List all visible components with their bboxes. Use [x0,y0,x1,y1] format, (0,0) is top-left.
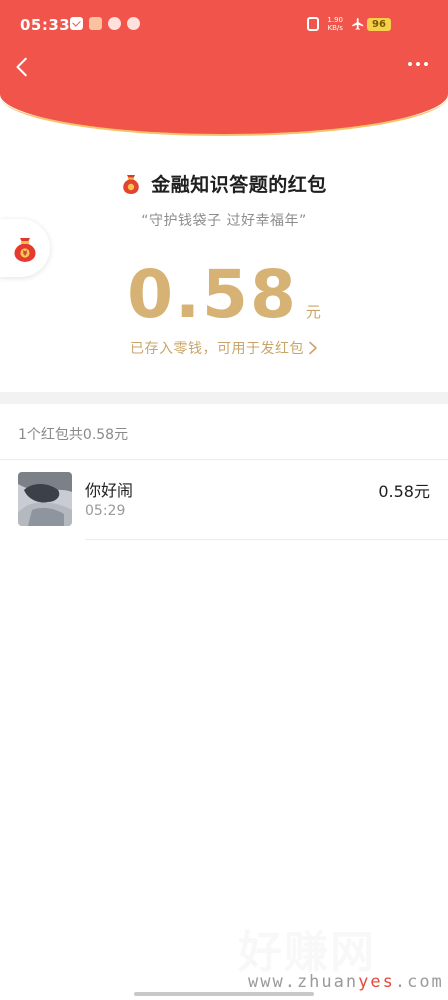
list-divider [0,459,448,460]
envelope-title: 金融知识答题的红包 [151,174,327,196]
more-dot [416,62,420,66]
avatar [18,472,72,526]
envelope-greeting: “守护钱袋子 过好幸福年” [141,213,307,229]
received-time: 05:29 [85,503,126,519]
avatar-image [18,472,72,526]
received-amount: 0.58 [127,256,298,333]
envelope-summary: 1个红包共0.58元 [18,427,129,443]
more-dot [408,62,412,66]
more-dot [424,62,428,66]
status-bar: 05:33 1.90 KB/s 96 [0,0,448,52]
back-arrow-icon[interactable] [12,56,34,78]
amount-row: 0.58 元 [0,256,448,333]
watermark-url-suffix: .com [394,972,444,992]
vibrate-icon [307,17,320,31]
saved-to-change-link[interactable]: 已存入零钱，可用于发红包 [0,338,448,358]
record-amount: 0.58元 [378,482,430,501]
airplane-icon [352,18,364,30]
envelope-title-row: 金融知识答题的红包 [0,170,448,197]
list-item[interactable]: 你好闹 05:29 0.58元 [18,472,432,528]
app-notification-icon [89,17,102,30]
amount-unit: 元 [305,303,321,321]
status-time: 05:33 [20,16,71,34]
network-speed-value: 1.90 [327,16,343,24]
notification-icons [70,17,140,30]
section-divider [0,392,448,404]
watermark-url-highlight: yes [358,972,395,992]
more-options-icon[interactable] [408,62,428,66]
network-speed-unit: KB/s [327,24,343,32]
chevron-right-icon [309,341,317,355]
battery-indicator: 96 [367,18,391,31]
watermark-url: www.zhuanyes.com [248,972,444,992]
sender-name: 你好闹 [85,481,134,500]
watermark: 好赚网 www.zhuanyes.com [237,916,444,996]
watermark-title: 好赚网 [237,926,376,979]
money-bag-icon [123,174,140,194]
app-notification-icon [127,17,140,30]
mail-notification-icon [70,17,83,30]
home-indicator[interactable] [134,992,314,996]
saved-note: 已存入零钱，可用于发红包 [130,341,304,357]
watermark-url-prefix: www.zhuan [248,972,359,992]
app-notification-icon [108,17,121,30]
list-divider [85,539,448,540]
network-speed: 1.90 KB/s [327,16,343,32]
